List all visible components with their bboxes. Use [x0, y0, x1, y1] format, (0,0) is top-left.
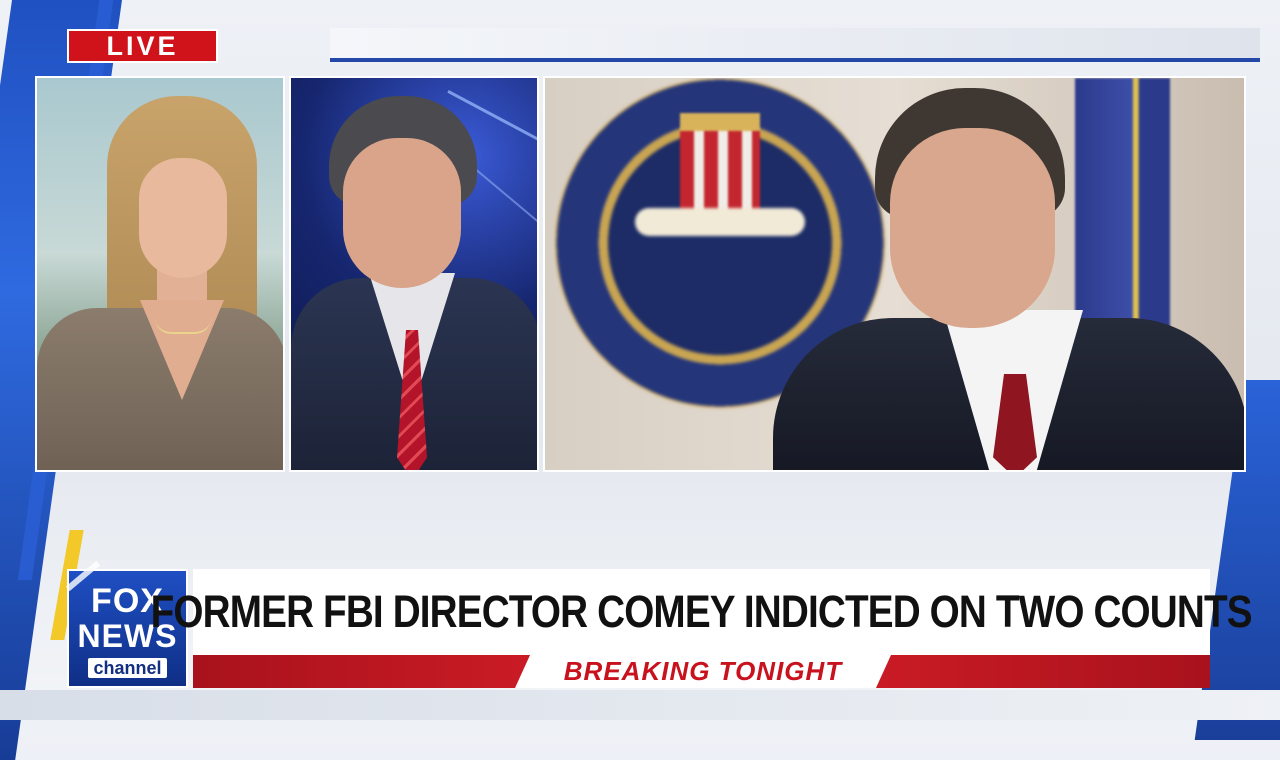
seal-scroll	[635, 208, 805, 236]
background-bottom	[0, 690, 1280, 720]
anchor-necklace	[155, 318, 211, 334]
video-panel-anchor	[35, 76, 285, 472]
headline-text: FORMER FBI DIRECTOR COMEY INDICTED ON TW…	[150, 586, 1253, 637]
guest-face	[343, 138, 461, 288]
breaking-label: BREAKING TONIGHT	[515, 655, 891, 688]
breaking-text: BREAKING TONIGHT	[563, 656, 843, 686]
background-top-bar	[330, 28, 1260, 62]
flag-image	[1075, 78, 1170, 338]
video-panel-guest	[289, 76, 539, 472]
logo-text-channel: channel	[88, 657, 167, 678]
subject-face	[890, 128, 1055, 328]
anchor-face	[139, 158, 227, 278]
anchor-neckline	[140, 300, 224, 400]
live-badge: LIVE	[67, 29, 218, 63]
photo-panel-subject	[543, 76, 1246, 472]
headline-bar: FORMER FBI DIRECTOR COMEY INDICTED ON TW…	[151, 569, 1253, 655]
